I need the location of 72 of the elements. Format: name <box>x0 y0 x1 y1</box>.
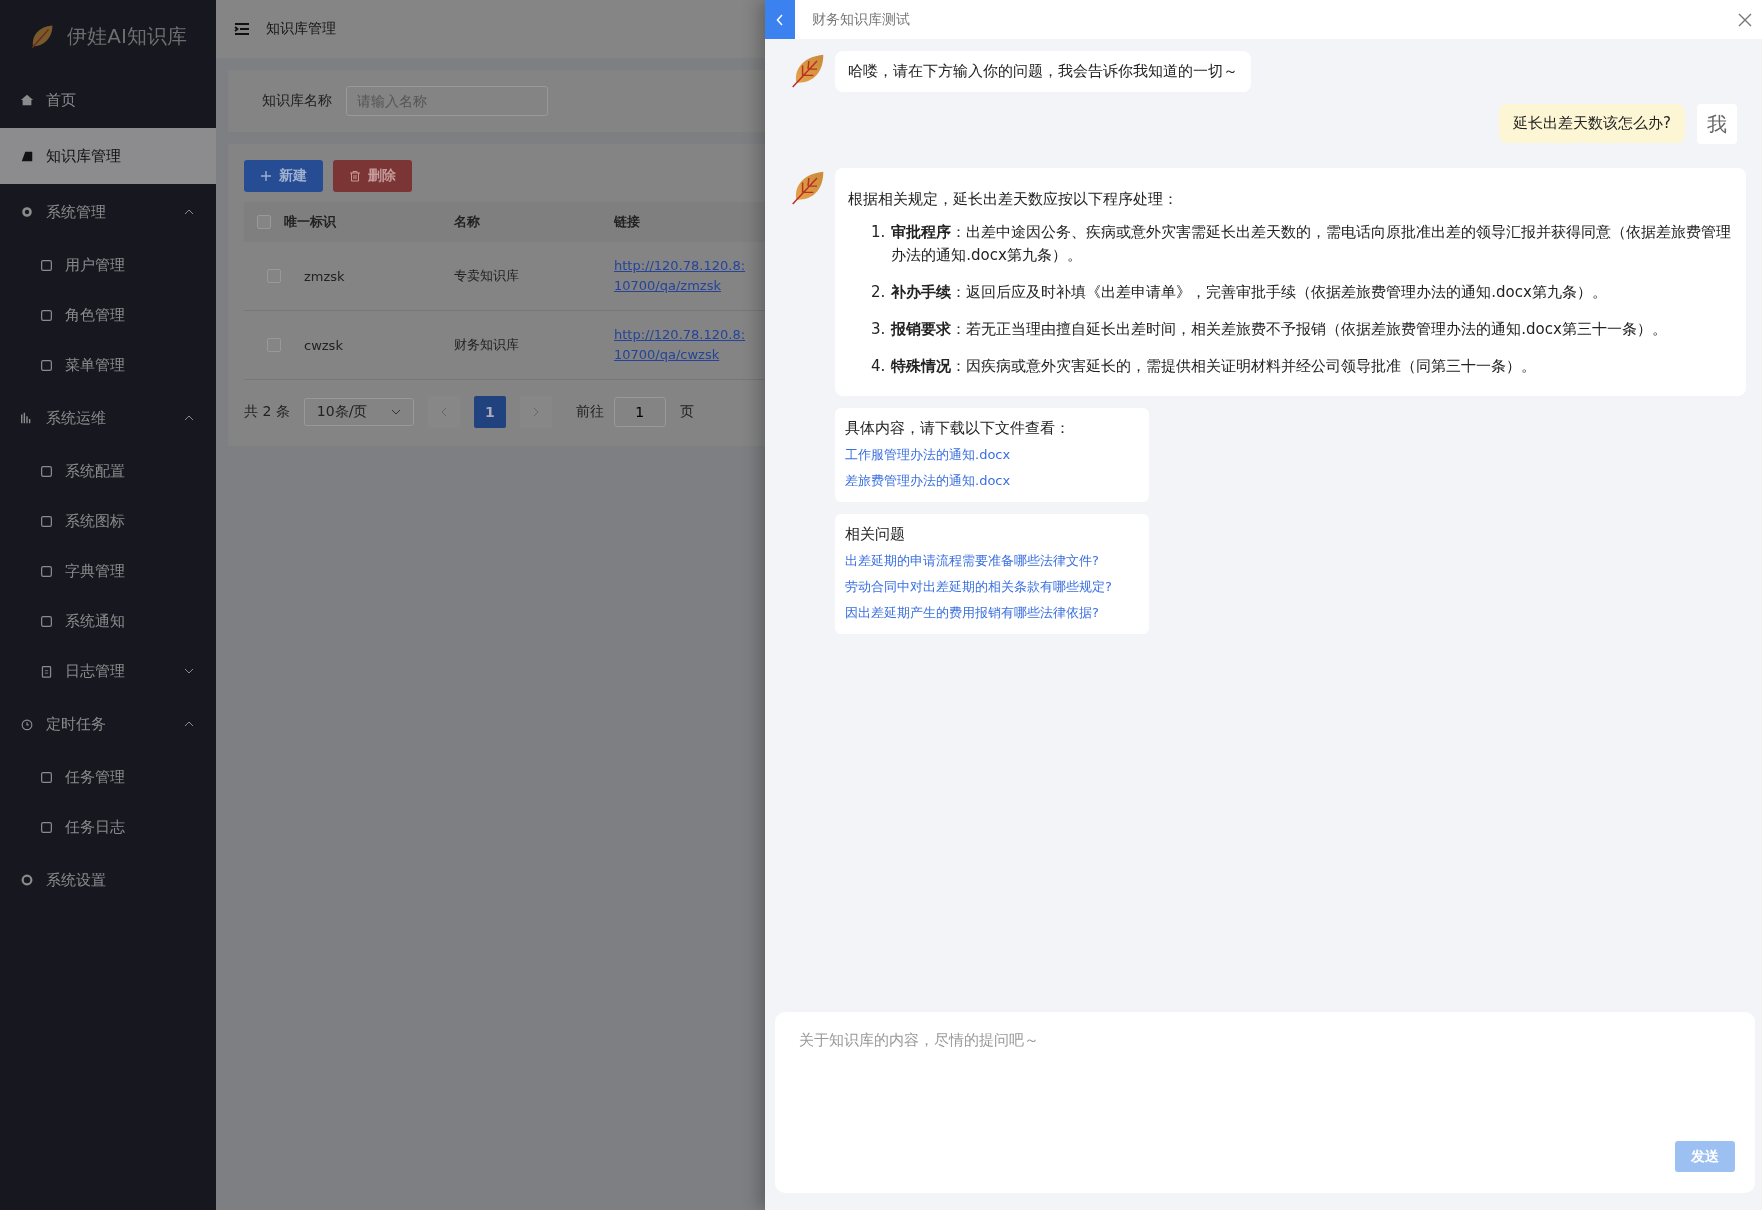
page-suffix: 页 <box>679 403 694 421</box>
user-avatar: 我 <box>1697 104 1737 144</box>
question-link[interactable]: 因出差延期产生的费用报销有哪些法律依据? <box>845 604 1139 622</box>
list-number: 2. <box>871 282 886 303</box>
logo-text: 伊娃AI知识库 <box>67 22 187 50</box>
menu-group[interactable]: 日志管理 <box>0 646 216 696</box>
add-button[interactable]: 新建 <box>244 160 323 192</box>
chevron-left-icon <box>776 13 784 26</box>
page-button[interactable]: 1 <box>473 396 506 428</box>
leaf-icon <box>790 169 826 205</box>
card-title: 具体内容，请下载以下文件查看： <box>845 419 1071 438</box>
breadcrumb: 知识库管理 <box>266 20 336 38</box>
menu-item[interactable]: 字典管理 <box>0 546 216 596</box>
menu-item[interactable]: 任务管理 <box>0 752 216 802</box>
chevron-icon <box>184 721 194 727</box>
question-link[interactable]: 劳动合同中对出差延期的相关条款有哪些规定? <box>845 578 1139 596</box>
menu-item[interactable]: 菜单管理 <box>0 340 216 390</box>
bot-message: 哈喽，请在下方输入你的问题，我会告诉你我知道的一切～ <box>835 51 1251 92</box>
input-placeholder: 关于知识库的内容，尽情的提问吧～ <box>799 1031 1039 1049</box>
table-cell: zmzsk <box>304 268 345 284</box>
clipboard-icon <box>40 664 53 678</box>
column-header: 唯一标识 <box>284 213 337 231</box>
total-count: 共 2 条 <box>244 403 290 421</box>
menu-group[interactable]: 系统运维 <box>0 390 216 446</box>
back-button[interactable] <box>765 0 795 39</box>
user-message: 延长出差天数该怎么办? <box>1499 104 1685 143</box>
file-link[interactable]: 差旅费管理办法的通知.docx <box>845 472 1139 490</box>
page-size-select[interactable]: 10条/页 <box>303 398 414 426</box>
list-text: 审批程序：出差中途因公务、疾病或意外灾害需延长出差天数的，需电话向原批准出差的领导汇报并获得同意（依据差旅费管理办法的通知.docx第九条）。 <box>891 222 1733 266</box>
file-link[interactable]: 工作服管理办法的通知.docx <box>845 446 1139 464</box>
menu-group[interactable]: 系统管理 <box>0 184 216 240</box>
chevron-icon <box>184 209 194 215</box>
list-text: 特殊情况：因疾病或意外灾害延长的，需提供相关证明材料并经公司领导批准（同第三十一条）。 <box>891 356 1537 377</box>
goto-label: 前往 <box>575 403 604 421</box>
list-number: 1. <box>871 222 886 243</box>
list-number: 3. <box>871 319 886 340</box>
column-header: 链接 <box>614 213 641 231</box>
chevron-right-icon <box>532 407 539 417</box>
column-header: 名称 <box>454 213 481 231</box>
menu-item[interactable]: 系统通知 <box>0 596 216 646</box>
trash-icon <box>349 170 361 182</box>
menu-group[interactable]: 定时任务 <box>0 696 216 752</box>
caret-icon <box>390 409 401 415</box>
table-cell: 专卖知识库 <box>454 268 519 283</box>
list-text: 报销要求：若无正当理由擅自延长出差时间，相关差旅费不予报销（依据差旅费管理办法的通知.docx第三十一条）。 <box>891 319 1667 340</box>
menu-item[interactable]: 首页 <box>0 72 216 128</box>
chevron-left-icon <box>440 407 447 417</box>
list-number: 4. <box>871 356 886 377</box>
question-input[interactable]: 关于知识库的内容，尽情的提问吧～ 发送 <box>775 1012 1755 1193</box>
menu-item[interactable]: 知识库管理 <box>0 128 216 184</box>
table-cell: 财务知识库 <box>454 337 519 352</box>
leaf-icon <box>790 52 826 88</box>
chevron-icon <box>184 668 194 674</box>
menu-item[interactable]: 任务日志 <box>0 802 216 852</box>
menu-item[interactable]: 角色管理 <box>0 290 216 340</box>
drawer-title: 财务知识库测试 <box>812 10 911 29</box>
table-cell: cwzsk <box>304 337 343 353</box>
checkbox[interactable] <box>257 215 271 229</box>
chevron-icon <box>184 415 194 421</box>
plus-icon <box>260 170 272 182</box>
field-label: 知识库名称 <box>262 92 332 110</box>
menu-item[interactable]: 用户管理 <box>0 240 216 290</box>
answer-text: 根据相关规定，延长出差天数应按以下程序处理： <box>848 190 1179 209</box>
delete-button[interactable]: 删除 <box>333 160 412 192</box>
list-text: 补办手续：返回后应及时补填《出差申请单》，完善审批手续（依据差旅费管理办法的通知.docx第九条）。 <box>891 282 1607 303</box>
menu-item[interactable]: 系统设置 <box>0 852 216 908</box>
question-link[interactable]: 出差延期的申请流程需要准备哪些法律文件? <box>845 552 1139 570</box>
page-input[interactable]: 1 <box>613 397 666 427</box>
menu-item[interactable]: 系统配置 <box>0 446 216 496</box>
menu-item[interactable]: 系统图标 <box>0 496 216 546</box>
card-title: 相关问题 <box>845 525 906 544</box>
close-icon[interactable] <box>1738 12 1752 27</box>
